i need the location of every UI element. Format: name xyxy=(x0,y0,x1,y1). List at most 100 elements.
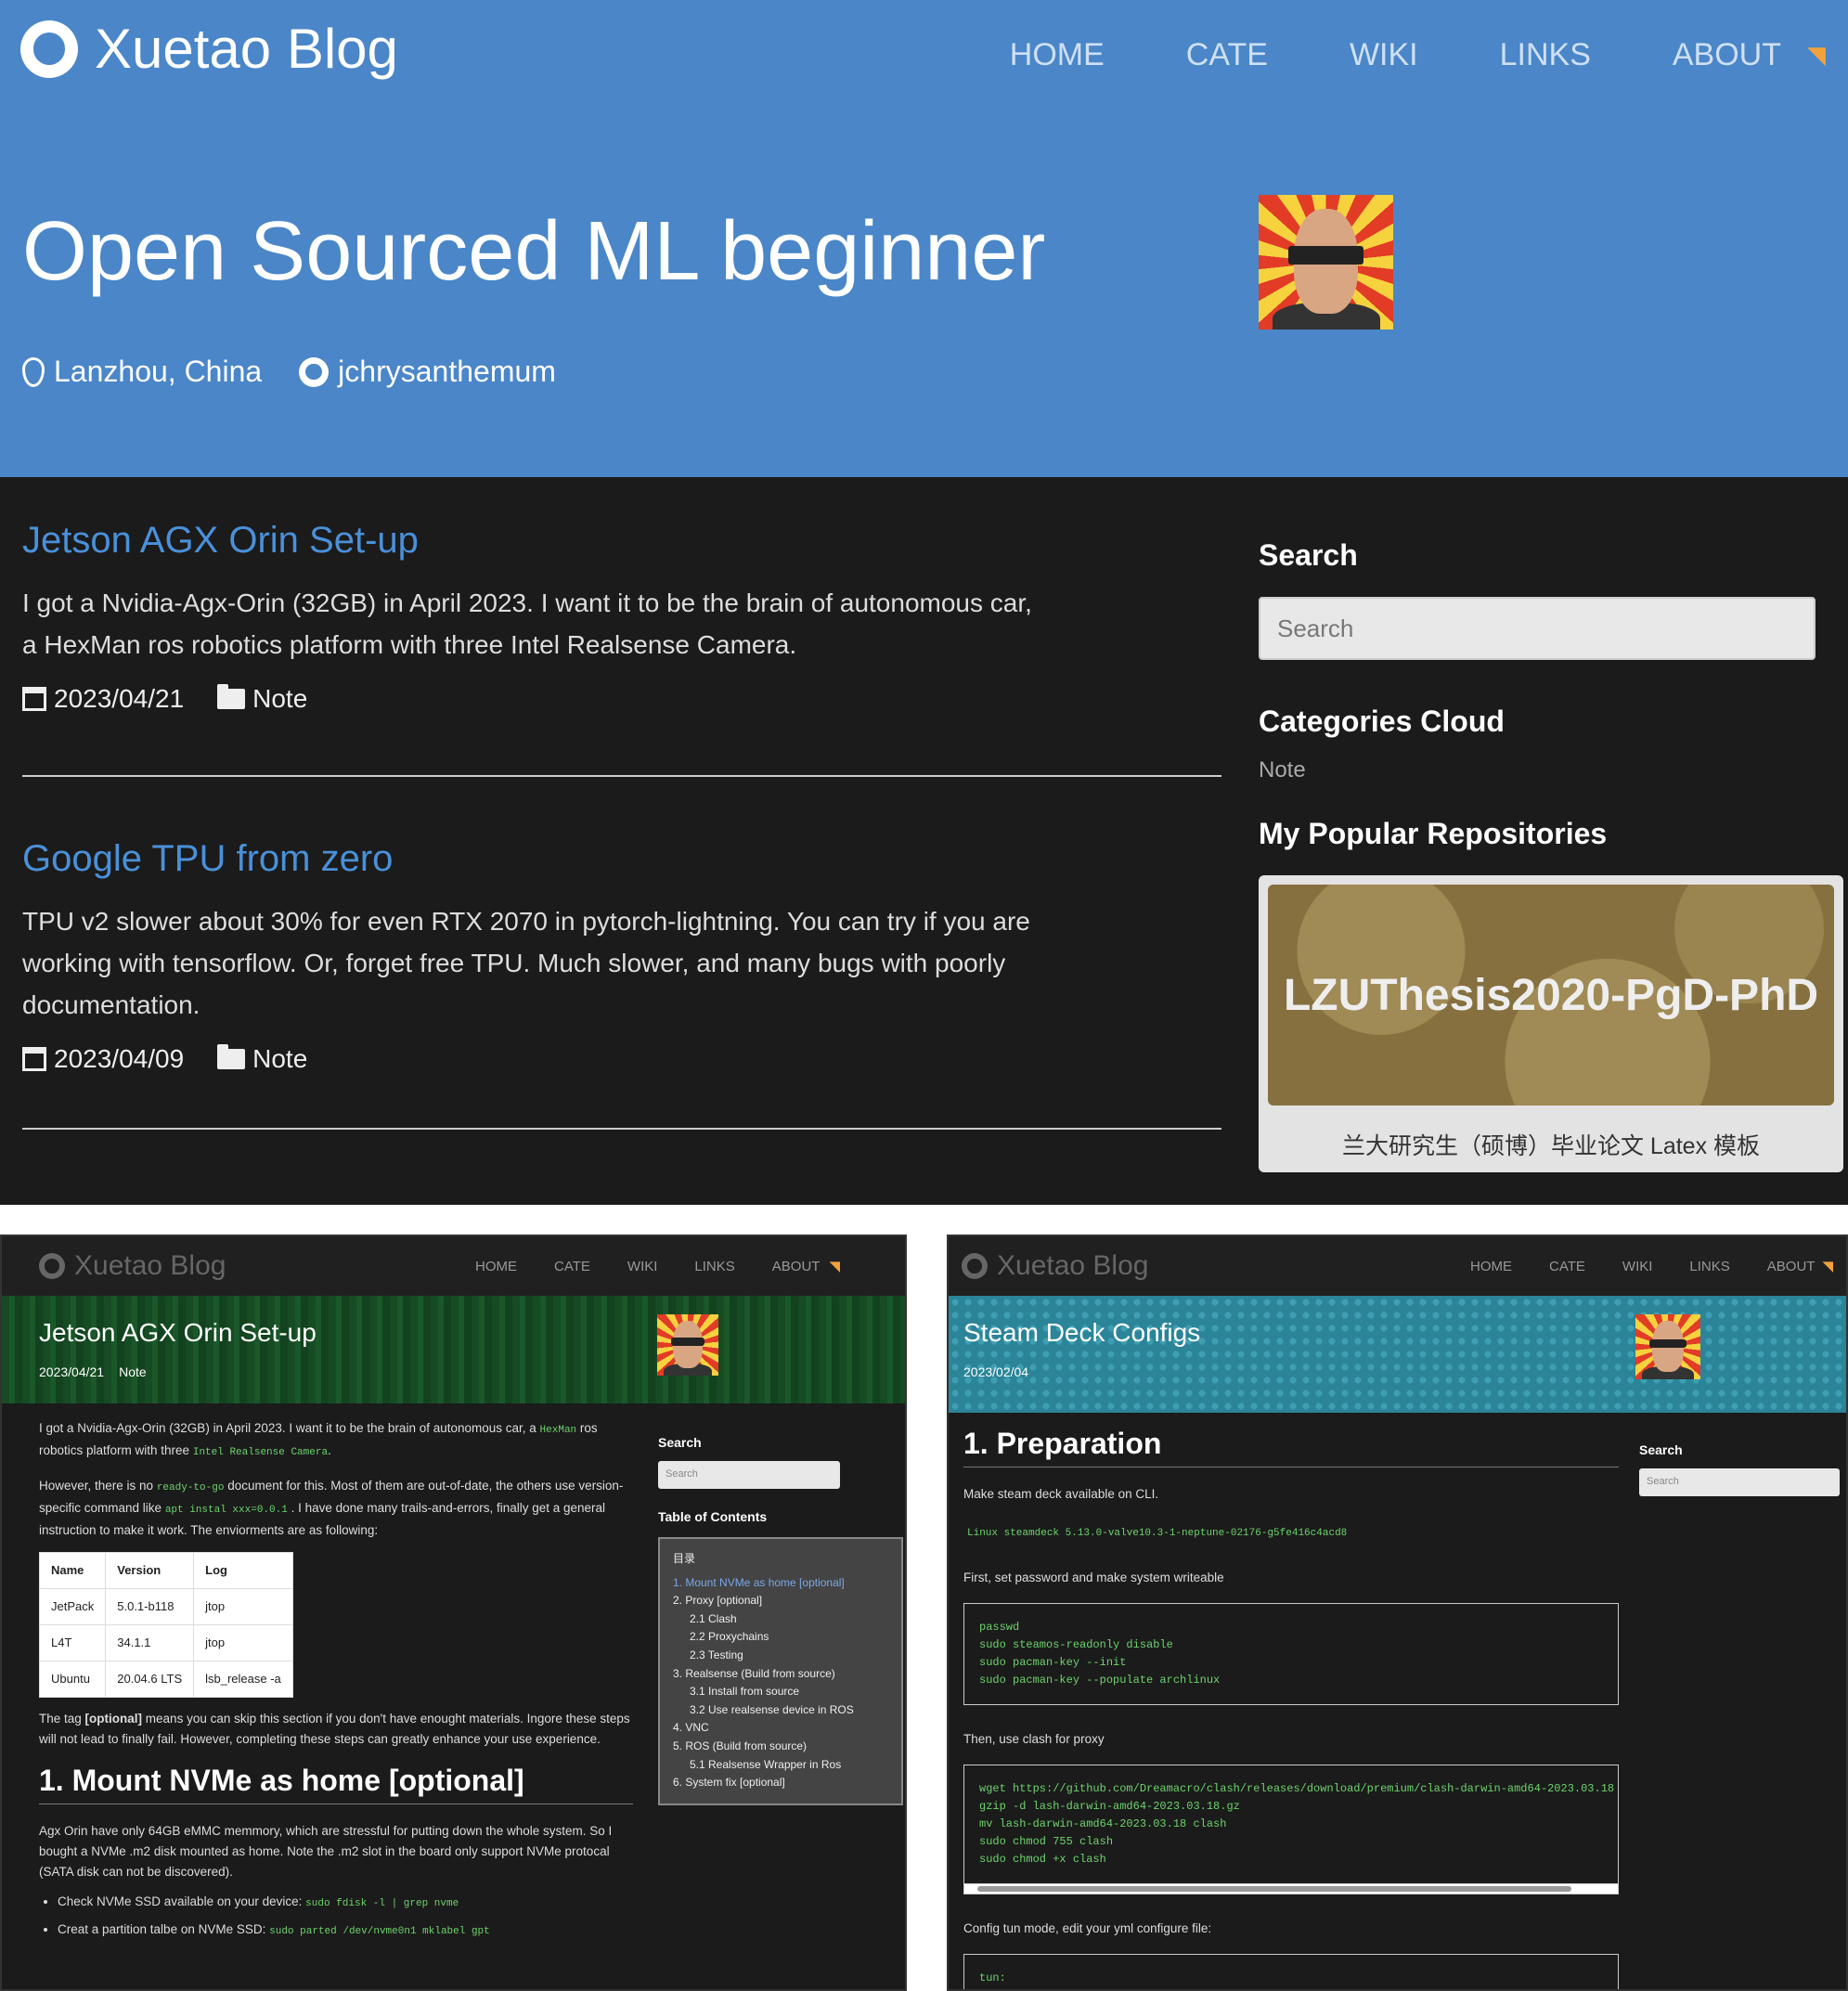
toc-link[interactable]: 1. Mount NVMe as home [optional] xyxy=(673,1574,888,1593)
paragraph: However, there is no ready-to-go documen… xyxy=(39,1479,624,1537)
post-category[interactable]: Note xyxy=(119,1364,147,1379)
nav-bar: Xuetao Blog HOME CATE WIKI LINKS ABOUT ◥ xyxy=(949,1236,1846,1296)
list-item: Creat a partition talbe on NVMe SSD: sud… xyxy=(58,1920,633,1942)
nav-wiki[interactable]: WIKI xyxy=(1350,37,1418,73)
post-content: I got a Nvidia-Agx-Orin (32GB) in April … xyxy=(38,1418,633,1942)
paragraph: Make steam deck available on CLI. xyxy=(963,1487,1159,1501)
post-list: Jetson AGX Orin Set-up I got a Nvidia-Ag… xyxy=(22,520,1221,1191)
nav-cate[interactable]: CATE xyxy=(1549,1259,1585,1274)
nav-about[interactable]: ABOUT xyxy=(1673,37,1781,73)
site-brand[interactable]: Xuetao Blog xyxy=(20,17,398,81)
inline-code: Linux steamdeck 5.13.0-valve10.3-1-neptu… xyxy=(967,1528,1348,1539)
avatar xyxy=(1259,195,1393,330)
post-title-link[interactable]: Jetson AGX Orin Set-up xyxy=(22,520,1221,562)
repos-heading: My Popular Repositories xyxy=(1259,817,1608,850)
post-title: Steam Deck Configs xyxy=(963,1318,1201,1347)
site-brand[interactable]: Xuetao Blog xyxy=(962,1250,1148,1282)
paragraph: Then, use clash for proxy xyxy=(963,1732,1105,1746)
avatar xyxy=(1635,1314,1700,1379)
toc-heading: Table of Contents xyxy=(658,1509,768,1524)
divider xyxy=(22,1128,1221,1130)
nav-cate[interactable]: CATE xyxy=(1186,37,1268,73)
repo-description: 兰大研究生（硕博）毕业论文 Latex 模板 xyxy=(1341,1133,1761,1159)
toc-link[interactable]: 3.2 Use realsense device in ROS xyxy=(673,1701,888,1720)
nav-links[interactable]: LINKS xyxy=(694,1259,734,1274)
post-category[interactable]: Note xyxy=(217,684,307,714)
top-nav: HOME CATE WIKI LINKS ABOUT ◥ xyxy=(475,1258,840,1275)
date-text: 2023/04/21 xyxy=(54,684,185,713)
post-date: 2023/02/04 xyxy=(963,1364,1029,1379)
nav-links[interactable]: LINKS xyxy=(1500,37,1591,73)
github-icon xyxy=(299,356,330,387)
post-date: 2023/04/09 xyxy=(22,1044,184,1074)
post-date: 2023/04/21 xyxy=(39,1364,105,1379)
toc-link[interactable]: 2.3 Testing xyxy=(673,1647,888,1665)
search-heading: Search xyxy=(1259,538,1358,572)
search-heading: Search xyxy=(1639,1442,1683,1457)
toc-link[interactable]: 4. VNC xyxy=(673,1719,888,1738)
toc-link[interactable]: 2.2 Proxychains xyxy=(673,1628,888,1647)
step-list: Check NVMe SSD available on your device:… xyxy=(58,1892,633,1942)
avatar xyxy=(657,1314,718,1376)
toc-link[interactable]: 3.1 Install from source xyxy=(673,1683,888,1701)
search-input[interactable]: Search xyxy=(658,1461,840,1489)
category-tag[interactable]: Note xyxy=(1259,757,1816,783)
folder-icon xyxy=(217,1044,246,1069)
environment-table: Name Version Log JetPack 5.0.1-b118 jtop L4T… xyxy=(38,1552,293,1698)
post-content: 1. Preparation Make steam deck available… xyxy=(963,1424,1619,1989)
repo-banner: LZUThesis2020-PgD-PhD xyxy=(1268,885,1834,1105)
toc-link[interactable]: 5.1 Realsense Wrapper in Ros xyxy=(673,1756,888,1775)
github-username: jchrysanthemum xyxy=(338,355,556,388)
brand-text: Xuetao Blog xyxy=(74,1250,226,1281)
date-text: 2023/04/09 xyxy=(54,1044,185,1073)
toc-head: 目录 xyxy=(673,1552,696,1565)
paragraph: First, set password and make system writ… xyxy=(963,1571,1224,1584)
brand-text: Xuetao Blog xyxy=(997,1250,1149,1281)
nav-about[interactable]: ABOUT xyxy=(1767,1259,1816,1274)
nav-home[interactable]: HOME xyxy=(1010,37,1105,73)
github-link[interactable]: jchrysanthemum xyxy=(299,355,556,389)
categories-heading: Categories Cloud xyxy=(1259,705,1505,738)
horizontal-scrollbar[interactable] xyxy=(963,1883,1619,1894)
post-excerpt: I got a Nvidia-Agx-Orin (32GB) in April … xyxy=(22,588,1032,659)
search-heading: Search xyxy=(658,1435,702,1450)
site-brand[interactable]: Xuetao Blog xyxy=(39,1250,226,1282)
paragraph: Config tun mode, edit your yml configure… xyxy=(963,1921,1212,1935)
code-block[interactable]: wget https://github.com/Dreamacro/clash/… xyxy=(963,1765,1619,1883)
post-item: Jetson AGX Orin Set-up I got a Nvidia-Ag… xyxy=(22,520,1221,714)
nav-home[interactable]: HOME xyxy=(475,1259,517,1274)
category-text: Note xyxy=(252,1044,308,1073)
toc-link[interactable]: 2.1 Clash xyxy=(673,1610,888,1629)
calendar-icon xyxy=(22,1047,46,1071)
section-heading: 1. Mount NVMe as home [optional] xyxy=(39,1765,633,1804)
rss-icon[interactable]: ◥ xyxy=(1822,1258,1833,1274)
post-title-link[interactable]: Google TPU from zero xyxy=(22,838,1221,880)
nav-wiki[interactable]: WIKI xyxy=(1622,1259,1653,1274)
search-input[interactable]: Search xyxy=(1259,597,1816,660)
section-heading: 1. Preparation xyxy=(963,1429,1619,1467)
toc-link[interactable]: 5. ROS (Build from source) xyxy=(673,1738,888,1756)
nav-links[interactable]: LINKS xyxy=(1689,1259,1729,1274)
rss-icon[interactable]: ◥ xyxy=(829,1258,840,1274)
github-icon xyxy=(20,19,78,78)
toc-link[interactable]: 3. Realsense (Build from source) xyxy=(673,1665,888,1684)
calendar-icon xyxy=(22,687,46,711)
rss-icon[interactable]: ◥ xyxy=(1807,41,1826,70)
repo-card[interactable]: LZUThesis2020-PgD-PhD 兰大研究生（硕博）毕业论文 Late… xyxy=(1259,875,1843,1172)
nav-about[interactable]: ABOUT xyxy=(772,1259,821,1274)
toc-link[interactable]: 2. Proxy [optional] xyxy=(673,1592,888,1610)
search-input[interactable]: Search xyxy=(1639,1468,1840,1496)
brand-text: Xuetao Blog xyxy=(95,18,398,80)
toc-link[interactable]: 6. System fix [optional] xyxy=(673,1774,888,1792)
post-header: Jetson AGX Orin Set-up 2023/04/21 Note xyxy=(2,1296,905,1403)
nav-wiki[interactable]: WIKI xyxy=(627,1259,658,1274)
folder-icon xyxy=(217,684,246,709)
post-meta: 2023/04/21 Note xyxy=(22,684,1221,714)
post-category[interactable]: Note xyxy=(217,1044,307,1074)
nav-home[interactable]: HOME xyxy=(1470,1259,1512,1274)
code-block: tun: enable: true xyxy=(963,1954,1619,1989)
post-page-jetson: Xuetao Blog HOME CATE WIKI LINKS ABOUT ◥… xyxy=(0,1235,907,1991)
table-of-contents: 目录 1. Mount NVMe as home [optional] 2. P… xyxy=(658,1537,903,1805)
nav-cate[interactable]: CATE xyxy=(554,1259,590,1274)
divider xyxy=(22,775,1221,777)
